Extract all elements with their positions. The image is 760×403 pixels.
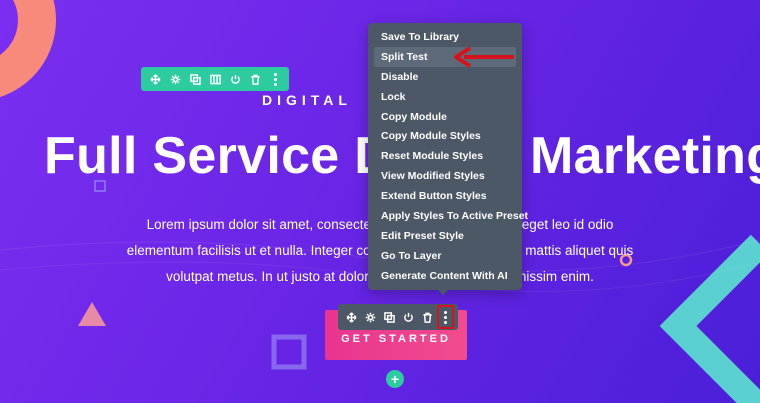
add-module-button[interactable]: + xyxy=(386,370,404,388)
menu-item-copy-module[interactable]: Copy Module xyxy=(374,107,516,127)
menu-item-extend-button-styles[interactable]: Extend Button Styles xyxy=(374,186,516,206)
menu-caret xyxy=(437,289,449,295)
coral-triangle-shape xyxy=(78,302,106,326)
module-toolbar xyxy=(338,304,458,330)
annotation-arrow-icon xyxy=(454,46,514,68)
power-icon[interactable] xyxy=(399,307,417,327)
more-icon[interactable] xyxy=(266,69,284,89)
trash-icon[interactable] xyxy=(246,69,264,89)
menu-item-lock[interactable]: Lock xyxy=(374,87,516,107)
columns-icon[interactable] xyxy=(206,69,224,89)
menu-item-go-to-layer[interactable]: Go To Layer xyxy=(374,246,516,266)
menu-item-view-modified-styles[interactable]: View Modified Styles xyxy=(374,166,516,186)
hero-eyebrow: DIGITAL xyxy=(262,92,352,108)
duplicate-icon[interactable] xyxy=(380,307,398,327)
duplicate-icon[interactable] xyxy=(186,69,204,89)
move-icon[interactable] xyxy=(146,69,164,89)
menu-item-disable[interactable]: Disable xyxy=(374,67,516,87)
trash-icon[interactable] xyxy=(418,307,436,327)
menu-item-copy-module-styles[interactable]: Copy Module Styles xyxy=(374,126,516,146)
builder-canvas: DIGITAL Full Service Digital Marketing L… xyxy=(0,0,760,403)
row-toolbar xyxy=(141,67,289,91)
more-options-icon[interactable] xyxy=(437,305,454,329)
menu-item-reset-module-styles[interactable]: Reset Module Styles xyxy=(374,146,516,166)
gear-icon[interactable] xyxy=(361,307,379,327)
menu-item-apply-styles-to-active-preset[interactable]: Apply Styles To Active Preset xyxy=(374,206,528,226)
move-icon[interactable] xyxy=(342,307,360,327)
teal-chevron-shape xyxy=(660,234,760,403)
power-icon[interactable] xyxy=(226,69,244,89)
glow-square-shape xyxy=(271,334,307,370)
menu-item-edit-preset-style[interactable]: Edit Preset Style xyxy=(374,226,516,246)
gear-icon[interactable] xyxy=(166,69,184,89)
menu-item-save-to-library[interactable]: Save To Library xyxy=(374,27,516,47)
menu-item-generate-content-with-ai[interactable]: Generate Content With AI xyxy=(374,266,516,286)
